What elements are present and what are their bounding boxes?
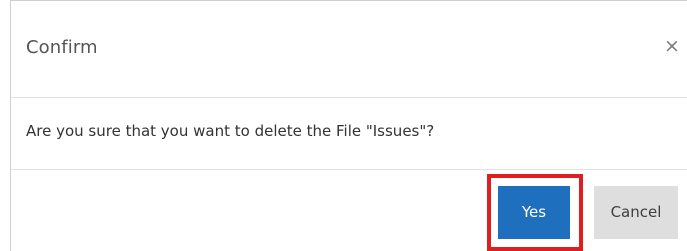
confirm-dialog: Confirm × Are you sure that you want to … bbox=[10, 0, 687, 251]
dialog-message: Are you sure that you want to delete the… bbox=[26, 122, 435, 140]
cancel-button[interactable]: Cancel bbox=[594, 186, 678, 239]
dialog-footer: Yes Cancel bbox=[11, 170, 687, 251]
close-icon[interactable]: × bbox=[663, 35, 681, 57]
dialog-header: Confirm × bbox=[11, 1, 687, 98]
yes-button[interactable]: Yes bbox=[498, 186, 570, 239]
dialog-title: Confirm bbox=[26, 37, 98, 58]
dialog-body: Are you sure that you want to delete the… bbox=[11, 97, 687, 170]
